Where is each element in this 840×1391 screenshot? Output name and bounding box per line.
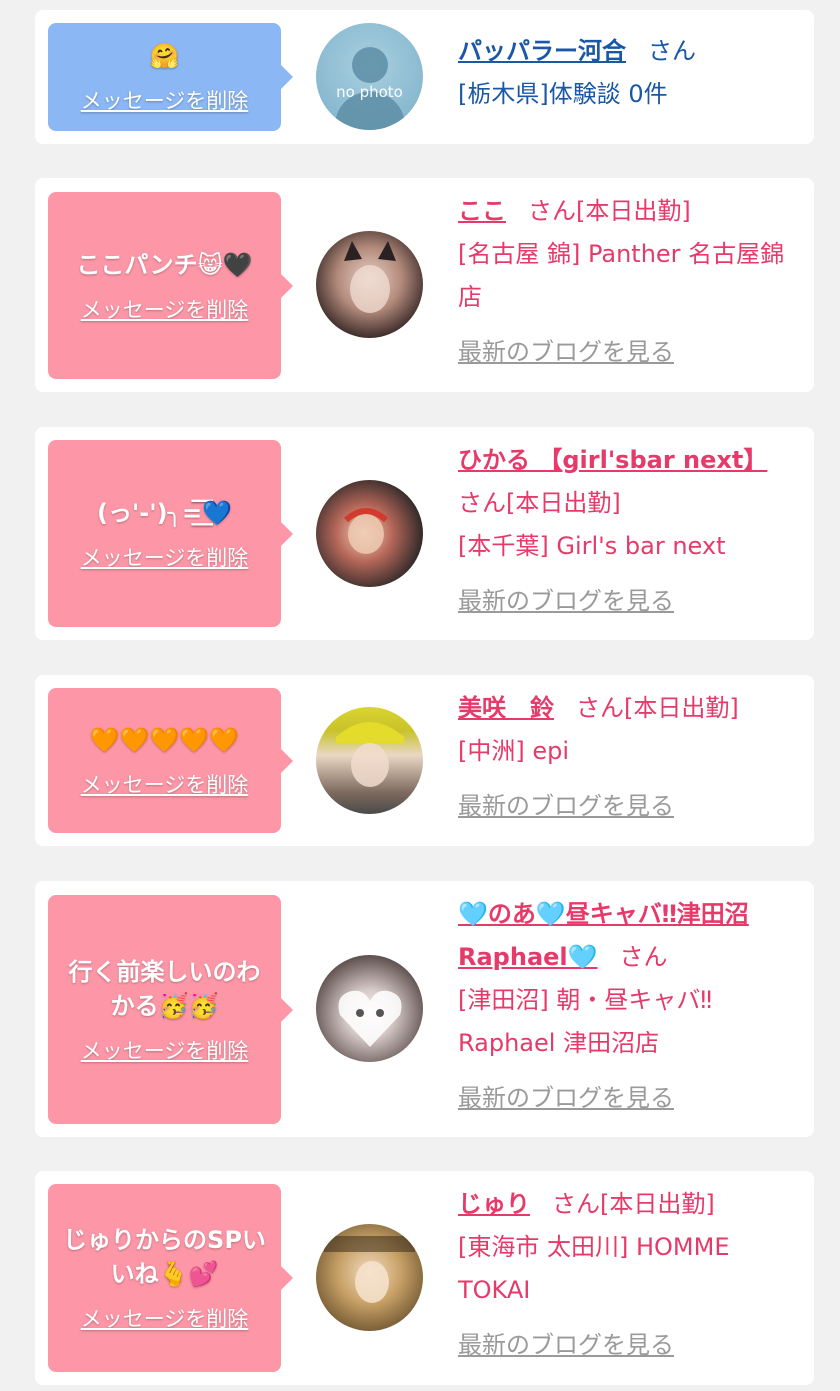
sender-name-link[interactable]: じゅり (458, 1190, 530, 1218)
sender-location: [本千葉] Girl's bar next (458, 532, 726, 560)
message-card: 🧡🧡🧡🧡🧡 メッセージを削除 美咲 鈴さん[本日出勤] [中洲] epi 最新の… (35, 675, 814, 846)
latest-blog-link[interactable]: 最新のブログを見る (458, 580, 803, 623)
avatar[interactable] (316, 231, 423, 338)
cat-photo-icon (338, 990, 402, 1047)
sender-location: [名古屋 錦] Panther 名古屋錦店 (458, 240, 785, 311)
message-bubble: (っ'-')╮=͟͟͞͞💙 メッセージを削除 (48, 440, 293, 627)
message-text: (っ'-')╮=͟͟͞͞💙 (96, 498, 233, 527)
cat-ears-photo-icon (344, 241, 396, 313)
person-photo-icon (343, 508, 389, 554)
message-bubble: 行く前楽しいのわかる🥳🥳 メッセージを削除 (48, 895, 293, 1124)
sender-name-link[interactable]: ひかる 【girl'sbar next】 (458, 446, 767, 474)
latest-blog-link[interactable]: 最新のブログを見る (458, 331, 803, 374)
sender-line: ひかる 【girl'sbar next】 (458, 439, 803, 482)
avatar[interactable] (316, 1224, 423, 1331)
delete-message-link[interactable]: メッセージを削除 (81, 85, 249, 115)
delete-message-link[interactable]: メッセージを削除 (81, 542, 249, 572)
sender-line: 🩵のあ🩵昼キャバ‼津田沼Raphael🩵 さん (458, 893, 803, 979)
sender-info: ひかる 【girl'sbar next】 さん[本日出勤] [本千葉] Girl… (458, 439, 803, 623)
magazine-cover-photo-icon (324, 1236, 415, 1303)
sender-name-link[interactable]: 美咲 鈴 (458, 694, 554, 722)
message-card: じゅりからのSPいいね🫰💕 メッセージを削除 じゅり さん[本日出勤] [東海市 … (35, 1171, 814, 1385)
sender-name-link[interactable]: 🩵のあ🩵昼キャバ‼津田沼Raphael🩵 (458, 900, 749, 971)
sender-line: ここ さん[本日出勤] (458, 190, 803, 233)
delete-message-link[interactable]: メッセージを削除 (81, 769, 249, 799)
honorific: さん (619, 943, 668, 971)
message-text: じゅりからのSPいいね🫰💕 (63, 1226, 266, 1288)
message-card: ここパンチ😸🖤 メッセージを削除 ここ さん[本日出勤] [名古屋 錦] Pant… (35, 178, 814, 392)
message-text: ここパンチ😸🖤 (76, 250, 253, 279)
latest-blog-link[interactable]: 最新のブログを見る (458, 1324, 803, 1367)
message-bubble: 🧡🧡🧡🧡🧡 メッセージを削除 (48, 688, 293, 833)
sender-info: 🩵のあ🩵昼キャバ‼津田沼Raphael🩵 さん [津田沼] 朝・昼キャバ‼Raph… (458, 893, 803, 1120)
message-text: 行く前楽しいのわかる🥳🥳 (68, 957, 261, 1020)
sender-line: 美咲 鈴さん[本日出勤] (458, 687, 803, 730)
sender-line: パッパラー河合 さん (458, 30, 803, 73)
honorific: さん (552, 1190, 600, 1218)
sender-location: [津田沼] 朝・昼キャバ‼Raphael 津田沼店 (458, 986, 713, 1057)
delete-message-link[interactable]: メッセージを削除 (81, 294, 249, 324)
avatar[interactable]: no photo (316, 23, 423, 130)
person-photo-icon (336, 722, 404, 787)
person-silhouette-icon (334, 47, 406, 130)
avatar[interactable] (316, 955, 423, 1062)
work-status: [本日出勤] (600, 1190, 715, 1218)
sender-line: じゅり さん[本日出勤] (458, 1183, 803, 1226)
sender-info: じゅり さん[本日出勤] [東海市 太田川] HOMME TOKAI 最新のブログ… (458, 1183, 803, 1367)
sender-location: [栃木県]体験談 0件 (458, 80, 668, 108)
delete-message-link[interactable]: メッセージを削除 (81, 1303, 249, 1333)
work-status: [本日出勤] (624, 694, 739, 722)
sender-location: [中洲] epi (458, 737, 570, 765)
sender-location: [東海市 太田川] HOMME TOKAI (458, 1233, 730, 1304)
sender-info: パッパラー河合 さん [栃木県]体験談 0件 (458, 30, 803, 116)
message-card: 行く前楽しいのわかる🥳🥳 メッセージを削除 🩵のあ🩵昼キャバ‼津田沼Raphae… (35, 881, 814, 1137)
work-status: [本日出勤] (576, 197, 691, 225)
latest-blog-link[interactable]: 最新のブログを見る (458, 785, 803, 828)
sender-name-link[interactable]: パッパラー河合 (458, 37, 626, 65)
work-status: [本日出勤] (506, 489, 621, 517)
message-bubble: じゅりからのSPいいね🫰💕 メッセージを削除 (48, 1184, 293, 1372)
sender-name-link[interactable]: ここ (458, 197, 506, 225)
honorific: さん (576, 694, 624, 722)
no-photo-label: no photo (336, 83, 403, 101)
message-text: 🧡🧡🧡🧡🧡 (89, 725, 240, 754)
sender-info: 美咲 鈴さん[本日出勤] [中洲] epi 最新のブログを見る (458, 687, 803, 828)
delete-message-link[interactable]: メッセージを削除 (81, 1035, 249, 1065)
sender-info: ここ さん[本日出勤] [名古屋 錦] Panther 名古屋錦店 最新のブログを… (458, 190, 803, 374)
avatar[interactable] (316, 480, 423, 587)
avatar[interactable] (316, 707, 423, 814)
message-bubble: 🤗 メッセージを削除 (48, 23, 293, 131)
honorific: さん (648, 37, 696, 65)
message-card: 🤗 メッセージを削除 no photo パッパラー河合 さん [栃木県]体験談 0… (35, 10, 814, 144)
message-card: (っ'-')╮=͟͟͞͞💙 メッセージを削除 ひかる 【girl'sbar ne… (35, 427, 814, 640)
sender-line-2: さん[本日出勤] (458, 482, 803, 525)
honorific: さん (458, 489, 506, 517)
message-text: 🤗 (149, 42, 180, 70)
message-bubble: ここパンチ😸🖤 メッセージを削除 (48, 192, 293, 379)
latest-blog-link[interactable]: 最新のブログを見る (458, 1077, 803, 1120)
honorific: さん (528, 197, 576, 225)
